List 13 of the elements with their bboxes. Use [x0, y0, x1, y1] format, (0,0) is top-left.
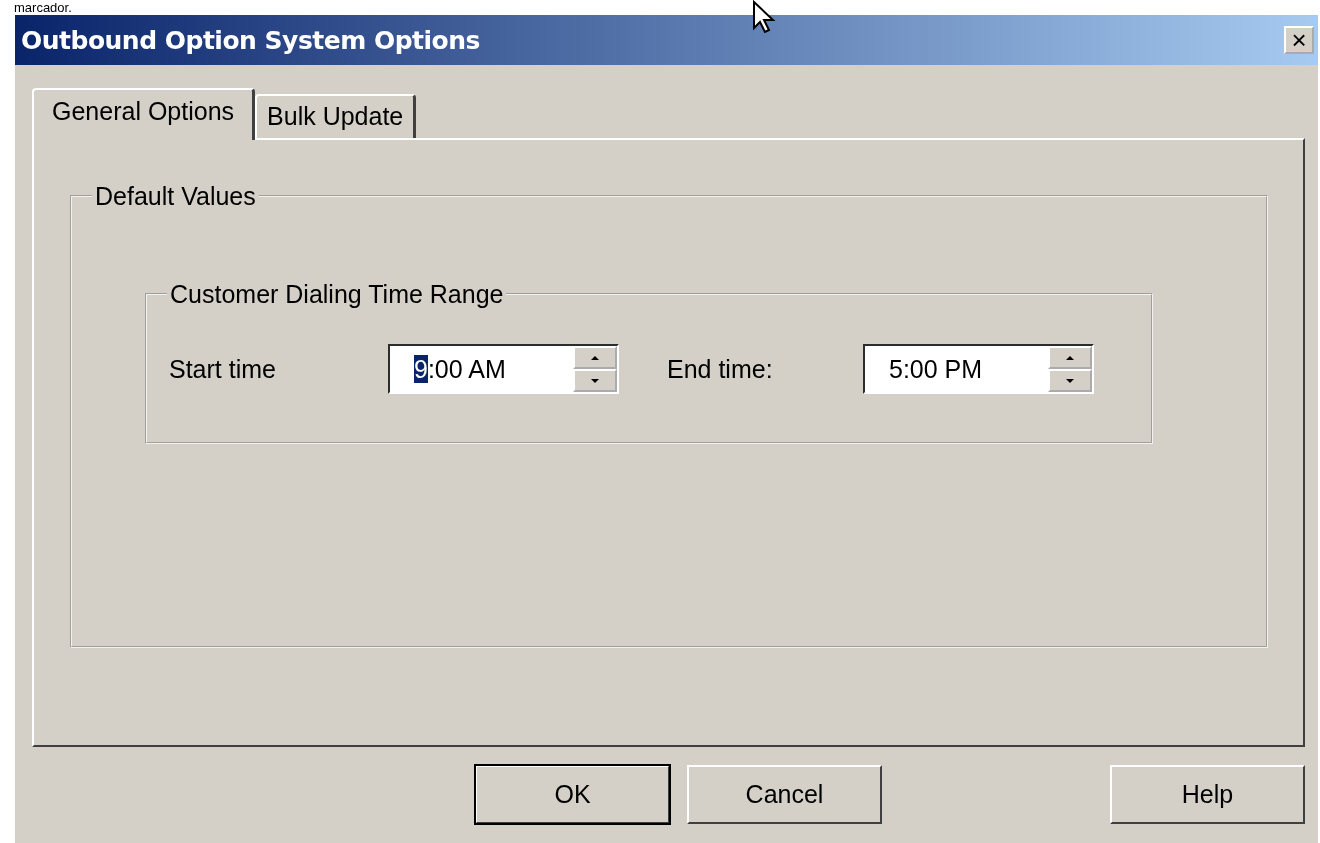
group-label: Customer Dialing Time Range — [169, 280, 505, 308]
field-label: Start time — [169, 354, 277, 384]
group-label: Default Values — [94, 182, 257, 210]
tab[interactable]: Bulk Update — [255, 94, 417, 138]
dialog-button[interactable]: Cancel — [687, 765, 882, 824]
mouse-cursor-icon — [752, 0, 778, 34]
caption-text: marcador. — [13, 0, 73, 15]
close-button[interactable]: × — [1284, 26, 1314, 54]
window-title: Outbound Option System Options — [21, 25, 480, 55]
dialog-button[interactable]: Help — [1110, 765, 1305, 824]
tab[interactable]: General Options — [32, 88, 256, 140]
dialog-button[interactable]: OK — [475, 765, 670, 824]
field-label: End time: — [667, 354, 774, 384]
